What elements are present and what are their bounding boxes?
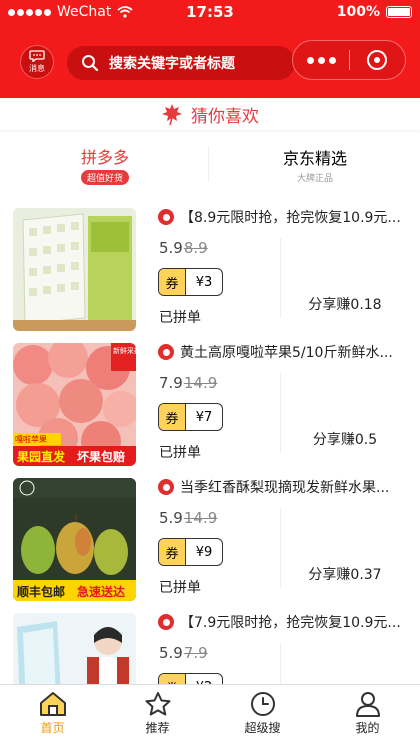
- message-button[interactable]: 消息: [20, 45, 54, 79]
- coupon-value: ¥9: [195, 544, 213, 560]
- image-text-fresh: 新鲜采摘: [113, 346, 136, 355]
- nav-label: 首页: [40, 721, 65, 735]
- original-price: 7.9: [183, 644, 208, 662]
- message-icon: [29, 50, 45, 62]
- coupon-label: 券: [159, 269, 186, 295]
- status-bar: WeChat 17:53 100%: [0, 0, 420, 24]
- mini-program-capsule: [292, 40, 406, 80]
- battery-icon: [386, 6, 412, 18]
- status-left: WeChat: [8, 4, 133, 20]
- nav-recommend[interactable]: 推荐: [105, 685, 210, 745]
- tab-divider: [208, 146, 209, 182]
- product-title[interactable]: 【7.9元限时抢，抢完恢复10.9元...: [158, 612, 408, 632]
- coupon-value: ¥3: [195, 274, 213, 290]
- grouped-status: 已拼单: [159, 445, 201, 461]
- nav-mine[interactable]: 我的: [315, 685, 420, 745]
- star-icon: [145, 692, 170, 716]
- coupon-badge[interactable]: 券 ¥7: [158, 403, 223, 431]
- nav-super-search[interactable]: 超级搜: [210, 685, 315, 745]
- tab-title: 京东精选: [282, 148, 347, 168]
- product-price: 7.914.9: [159, 374, 217, 392]
- card-divider: [280, 508, 281, 588]
- coupon-value: ¥7: [195, 409, 213, 425]
- coupon-label: 券: [159, 539, 186, 565]
- bottom-nav: 首页 推荐 超级搜 我的: [0, 684, 420, 745]
- pinduoduo-icon: [158, 209, 174, 225]
- product-card[interactable]: 新鲜采摘 嘎啦苹果 果园直发 坏果包赔 黄土高原嘎啦苹果5/10斤新鲜水... …: [0, 333, 420, 467]
- current-price: 5.9: [159, 644, 183, 662]
- current-price: 5.9: [159, 509, 183, 527]
- image-text-shipping: 顺丰包邮: [17, 584, 65, 599]
- current-price: 7.9: [159, 374, 183, 392]
- status-right: 100%: [337, 4, 412, 20]
- coupon-label: 券: [159, 404, 186, 430]
- coupon-badge[interactable]: 券 ¥9: [158, 538, 223, 566]
- product-price: 5.97.9: [159, 644, 208, 662]
- nav-label: 推荐: [145, 721, 170, 735]
- image-text-orchard: 果园直发: [16, 449, 66, 464]
- nav-label: 我的: [355, 721, 380, 735]
- image-text-express: 急速送达: [77, 584, 125, 599]
- tab-jd[interactable]: 京东精选 大牌正品: [210, 138, 420, 190]
- card-divider: [280, 238, 281, 318]
- carrier-label: WeChat: [57, 4, 112, 20]
- guess-title: 猜你喜欢: [191, 106, 259, 127]
- nav-home[interactable]: 首页: [0, 685, 105, 745]
- product-title[interactable]: 当季红香酥梨现摘现发新鲜水果...: [158, 477, 408, 497]
- nav-label: 超级搜: [244, 721, 281, 735]
- grouped-status: 已拼单: [159, 580, 201, 596]
- pinduoduo-icon: [158, 614, 174, 630]
- tab-pinduoduo[interactable]: 拼多多 超值好货: [0, 138, 210, 190]
- product-image: 顺丰包邮 急速送达: [13, 478, 136, 601]
- share-earn-button[interactable]: 分享赚0.5: [290, 429, 400, 449]
- search-input[interactable]: 搜索关键字或者标题: [67, 46, 295, 80]
- clock-icon: [250, 692, 275, 716]
- product-price: 5.98.9: [159, 239, 208, 257]
- product-title[interactable]: 黄土高原嘎啦苹果5/10斤新鲜水...: [158, 342, 408, 362]
- wifi-icon: [117, 6, 133, 18]
- guess-section-header: 猜你喜欢: [0, 98, 420, 130]
- product-price: 5.914.9: [159, 509, 217, 527]
- coupon-badge[interactable]: 券 ¥3: [158, 268, 223, 296]
- tab-title: 拼多多: [80, 147, 129, 167]
- source-tabs: 拼多多 超值好货 京东精选 大牌正品: [0, 138, 420, 190]
- tab-subtitle-badge: 超值好货: [80, 169, 129, 185]
- app-root: WeChat 17:53 100% 消息 搜索关键字或者标题 猜你喜欢 拼多多 …: [0, 0, 420, 745]
- header: 消息 搜索关键字或者标题: [0, 24, 420, 98]
- card-divider: [280, 373, 281, 453]
- share-earn-button[interactable]: 分享赚0.18: [290, 294, 400, 314]
- share-earn-button[interactable]: 分享赚0.37: [290, 564, 400, 584]
- message-label: 消息: [29, 64, 45, 73]
- product-image: 新鲜采摘 嘎啦苹果 果园直发 坏果包赔: [13, 343, 136, 466]
- signal-icon: [8, 8, 51, 16]
- search-icon: [82, 55, 99, 72]
- product-image: [13, 208, 136, 331]
- image-text-guarantee: 坏果包赔: [77, 449, 125, 464]
- tab-subtitle: 大牌正品: [296, 173, 333, 184]
- original-price: 14.9: [183, 374, 218, 392]
- maple-leaf-icon: [162, 104, 182, 125]
- pinduoduo-icon: [158, 479, 174, 495]
- close-icon: [367, 50, 388, 70]
- product-card[interactable]: 顺丰包邮 急速送达 当季红香酥梨现摘现发新鲜水果... 5.914.9 券 ¥9…: [0, 468, 420, 602]
- original-price: 8.9: [183, 239, 208, 257]
- grouped-status: 已拼单: [159, 310, 201, 326]
- user-icon: [355, 692, 380, 717]
- battery-percent: 100%: [336, 4, 380, 20]
- home-icon: [39, 692, 66, 716]
- original-price: 14.9: [183, 509, 218, 527]
- product-card[interactable]: 【8.9元限时抢，抢完恢复10.9元... 5.98.9 券 ¥3 已拼单 分享…: [0, 198, 420, 332]
- current-price: 5.9: [159, 239, 183, 257]
- more-button[interactable]: [293, 41, 349, 79]
- image-text-apple: 嘎啦苹果: [15, 434, 47, 444]
- pinduoduo-icon: [158, 344, 174, 360]
- close-button[interactable]: [350, 41, 405, 79]
- search-placeholder: 搜索关键字或者标题: [109, 56, 235, 72]
- product-title[interactable]: 【8.9元限时抢，抢完恢复10.9元...: [158, 207, 408, 227]
